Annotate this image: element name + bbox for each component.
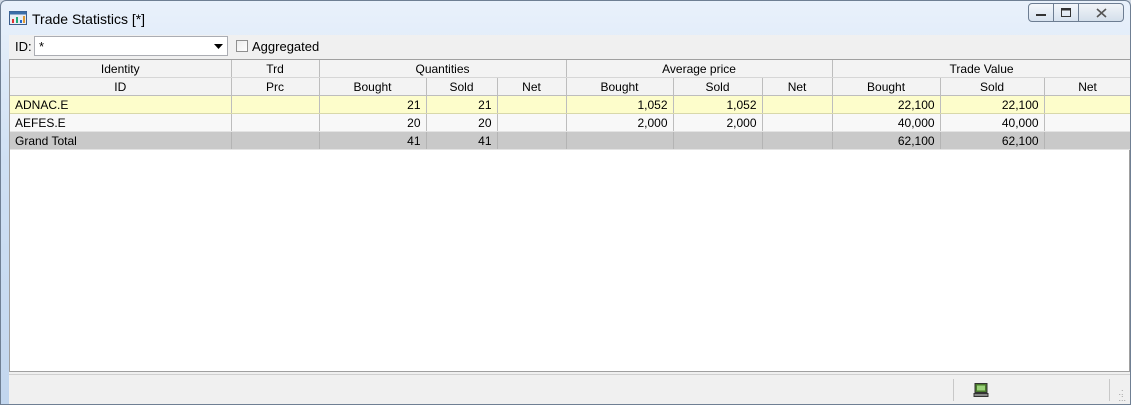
table-cell[interactable]: 22,100 (832, 95, 941, 114)
id-label: ID: (15, 39, 32, 54)
grand-total-row[interactable]: Grand Total 41 41 62,100 62,100 (10, 131, 1130, 150)
table-cell[interactable]: 21 (319, 95, 427, 114)
table-cell[interactable]: 20 (319, 113, 427, 132)
table-cell[interactable]: 2,000 (673, 113, 763, 132)
group-header-trade-value[interactable]: Trade Value (832, 60, 1130, 78)
table-cell[interactable]: AEFES.E (10, 113, 232, 132)
trade-statistics-grid: Identity Trd Quantities Average price Tr… (9, 59, 1130, 372)
window-title: Trade Statistics [*] (32, 11, 146, 27)
status-bar: .:.:. (9, 374, 1130, 404)
table-cell[interactable]: 41 (426, 131, 498, 150)
table-cell[interactable] (762, 95, 833, 114)
table-cell[interactable] (497, 95, 567, 114)
aggregated-label[interactable]: Aggregated (252, 39, 319, 54)
table-cell[interactable]: 21 (426, 95, 498, 114)
table-cell[interactable]: 20 (426, 113, 498, 132)
filter-bar: ID: * Aggregated (9, 35, 1130, 57)
title-bar[interactable]: Trade Statistics [*] (1, 1, 1130, 35)
id-combobox[interactable]: * (34, 36, 228, 56)
status-separator (953, 379, 954, 401)
group-header-average-price[interactable]: Average price (566, 60, 833, 78)
status-separator (1109, 379, 1110, 401)
window-controls (1028, 3, 1124, 22)
trade-statistics-window: Trade Statistics [*] ID: * Aggregated Id… (0, 0, 1131, 405)
resize-grip[interactable]: .:.:. (1118, 388, 1126, 403)
table-cell[interactable] (497, 113, 567, 132)
close-button[interactable] (1078, 3, 1124, 22)
monitor-icon (973, 383, 989, 397)
column-header[interactable]: Bought (319, 77, 427, 96)
chevron-down-icon[interactable] (214, 44, 223, 49)
table-cell[interactable] (1044, 113, 1130, 132)
group-header-identity[interactable]: Identity (10, 60, 232, 78)
trade-statistics-icon (9, 11, 27, 25)
group-header-quantities[interactable]: Quantities (319, 60, 567, 78)
table-row[interactable]: ADNAC.E 21 21 1,052 1,052 22,100 22,100 (10, 95, 1130, 114)
table-cell[interactable] (497, 131, 567, 150)
table-cell[interactable] (1044, 95, 1130, 114)
sub-header-row: ID Prc Bought Sold Net Bought Sold Net B… (10, 77, 1130, 96)
table-cell[interactable] (231, 131, 320, 150)
table-cell[interactable] (762, 113, 833, 132)
group-header-trd[interactable]: Trd (231, 60, 320, 78)
table-cell[interactable]: 62,100 (940, 131, 1045, 150)
table-cell[interactable]: 22,100 (940, 95, 1045, 114)
column-header[interactable]: Sold (940, 77, 1045, 96)
column-header[interactable]: ID (10, 77, 232, 96)
close-icon (1095, 7, 1107, 18)
table-cell[interactable] (1044, 131, 1130, 150)
window-content: ID: * Aggregated Identity Trd Quantities… (9, 35, 1130, 404)
group-header-row: Identity Trd Quantities Average price Tr… (10, 60, 1130, 78)
minimize-icon (1036, 13, 1046, 16)
minimize-button[interactable] (1028, 3, 1054, 22)
table-cell[interactable] (673, 131, 763, 150)
table-cell[interactable]: 1,052 (673, 95, 763, 114)
column-header[interactable]: Net (1044, 77, 1130, 96)
table-cell[interactable] (231, 95, 320, 114)
column-header[interactable]: Net (497, 77, 567, 96)
maximize-button[interactable] (1053, 3, 1079, 22)
table-cell[interactable]: 40,000 (832, 113, 941, 132)
table-cell[interactable]: 1,052 (566, 95, 674, 114)
table-cell[interactable]: 40,000 (940, 113, 1045, 132)
table-cell[interactable]: 2,000 (566, 113, 674, 132)
column-header[interactable]: Prc (231, 77, 320, 96)
column-header[interactable]: Bought (832, 77, 941, 96)
column-header[interactable]: Net (762, 77, 833, 96)
table-cell[interactable] (566, 131, 674, 150)
column-header[interactable]: Sold (673, 77, 763, 96)
column-header[interactable]: Bought (566, 77, 674, 96)
table-row[interactable]: AEFES.E 20 20 2,000 2,000 40,000 40,000 (10, 113, 1130, 132)
aggregated-checkbox[interactable] (236, 40, 248, 52)
statistics-table: Identity Trd Quantities Average price Tr… (10, 60, 1130, 150)
table-cell[interactable]: Grand Total (10, 131, 232, 150)
id-combobox-value: * (39, 39, 45, 54)
column-header[interactable]: Sold (426, 77, 498, 96)
table-cell[interactable]: 41 (319, 131, 427, 150)
table-cell[interactable]: 62,100 (832, 131, 941, 150)
table-cell[interactable] (231, 113, 320, 132)
maximize-icon (1061, 8, 1071, 17)
table-cell[interactable] (762, 131, 833, 150)
table-cell[interactable]: ADNAC.E (10, 95, 232, 114)
